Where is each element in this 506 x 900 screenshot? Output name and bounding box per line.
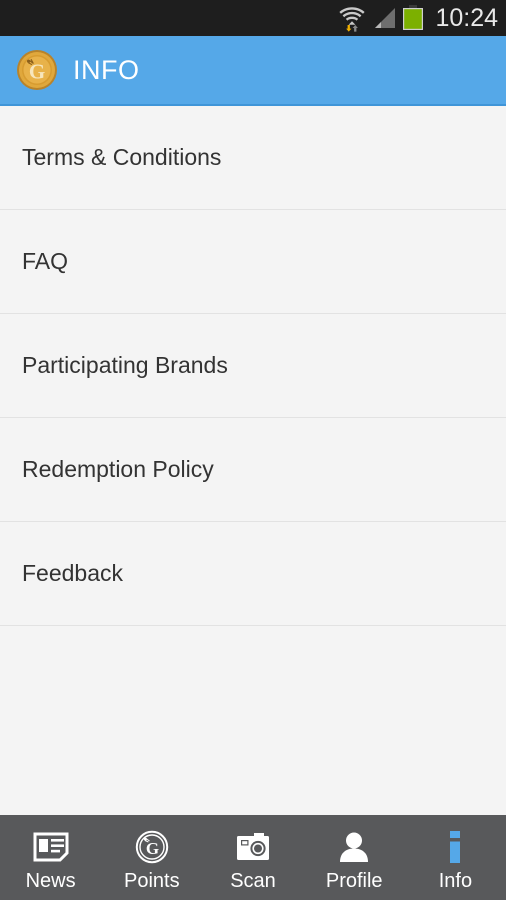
list-item[interactable]: Terms & Conditions <box>0 106 506 210</box>
nav-item-label: Info <box>438 870 473 892</box>
coin-g-logo-icon: G <box>17 50 57 90</box>
nav-item-label: News <box>25 870 76 892</box>
wifi-icon <box>339 7 366 32</box>
bottom-navigation-bar: News G Points Scan Profile Info <box>0 815 506 900</box>
battery-icon <box>403 5 424 30</box>
app-header: G INFO <box>0 36 506 106</box>
nav-item-label: Scan <box>230 870 276 892</box>
info-i-icon <box>445 828 465 866</box>
list-item-label: FAQ <box>22 248 69 274</box>
list-item-label: Terms & Conditions <box>22 144 222 170</box>
person-icon <box>338 828 370 866</box>
list-item-label: Feedback <box>22 560 124 586</box>
svg-text:G: G <box>29 60 45 84</box>
coin-g-outline-icon: G <box>135 828 169 866</box>
nav-item-profile[interactable]: Profile <box>304 815 405 900</box>
app-screen: 10:24 G INFO Terms & Conditions FAQ Part… <box>0 0 506 900</box>
list-item-label: Redemption Policy <box>22 456 214 482</box>
nav-item-label: Points <box>124 870 180 892</box>
list-item[interactable]: Participating Brands <box>0 314 506 418</box>
list-empty-area <box>0 626 506 815</box>
list-item[interactable]: Feedback <box>0 522 506 626</box>
nav-item-points[interactable]: G Points <box>101 815 202 900</box>
list-item-label: Participating Brands <box>22 352 228 378</box>
status-bar-clock: 10:24 <box>435 3 498 32</box>
nav-item-info[interactable]: Info <box>405 815 506 900</box>
list-item[interactable]: Redemption Policy <box>0 418 506 522</box>
newspaper-icon <box>33 828 69 866</box>
list-item[interactable]: FAQ <box>0 210 506 314</box>
nav-item-scan[interactable]: Scan <box>202 815 303 900</box>
info-menu-list: Terms & Conditions FAQ Participating Bra… <box>0 106 506 815</box>
page-title: INFO <box>73 54 140 85</box>
camera-icon <box>235 828 271 866</box>
cellular-signal-icon <box>375 8 396 28</box>
nav-item-label: Profile <box>325 870 383 892</box>
nav-item-news[interactable]: News <box>0 815 101 900</box>
status-bar: 10:24 <box>0 0 506 36</box>
status-bar-icons: 10:24 <box>338 4 498 32</box>
